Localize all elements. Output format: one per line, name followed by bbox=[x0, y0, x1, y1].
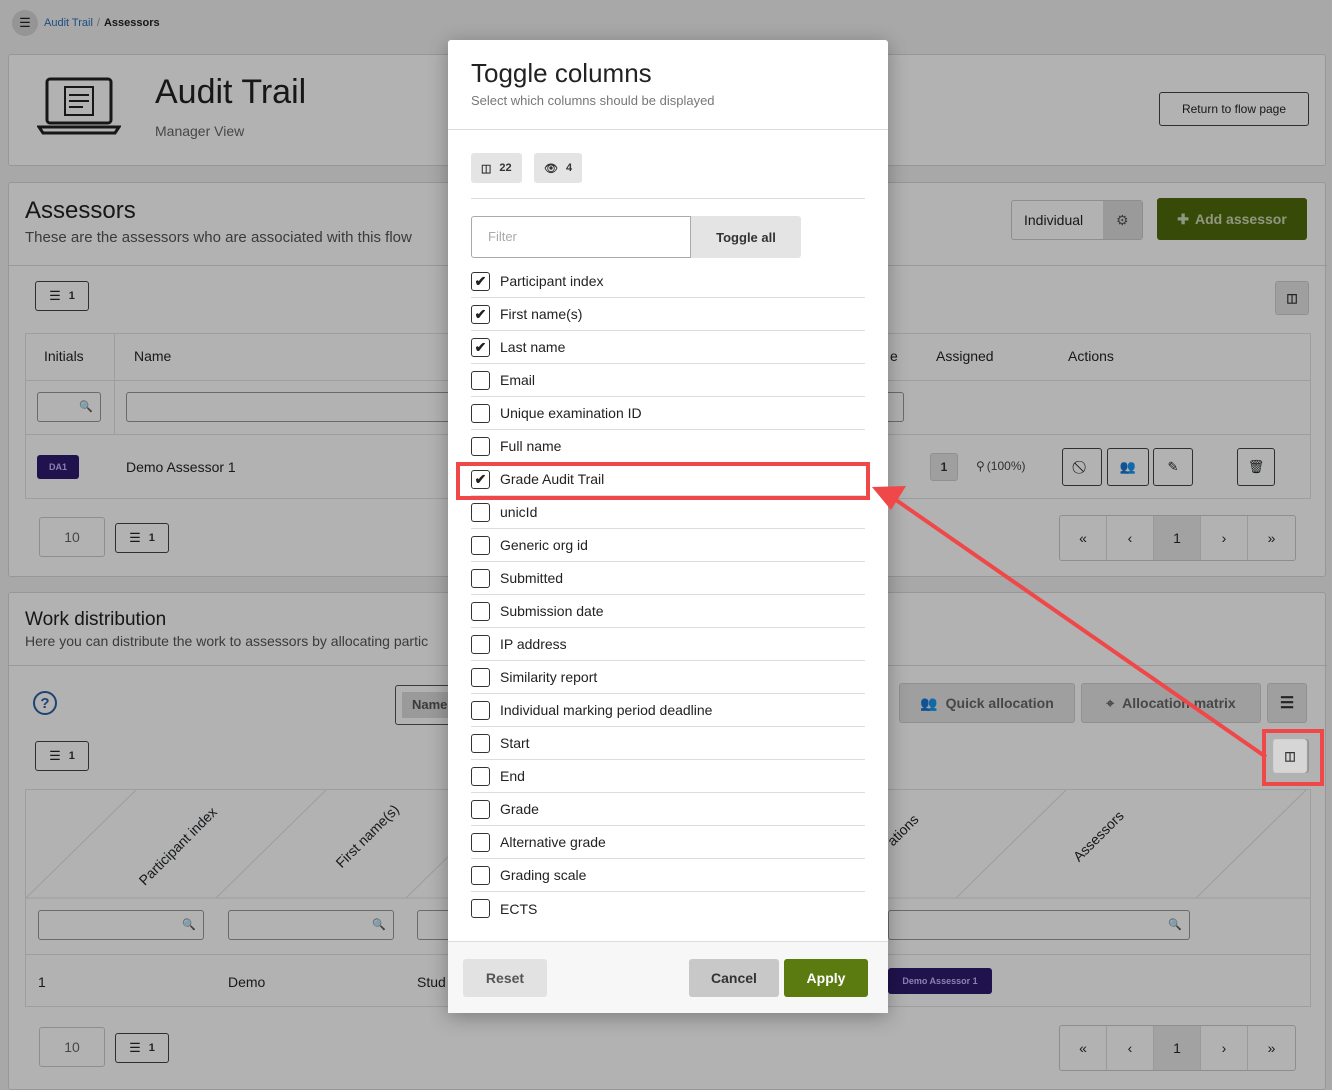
annotation-arrow bbox=[872, 486, 1268, 759]
